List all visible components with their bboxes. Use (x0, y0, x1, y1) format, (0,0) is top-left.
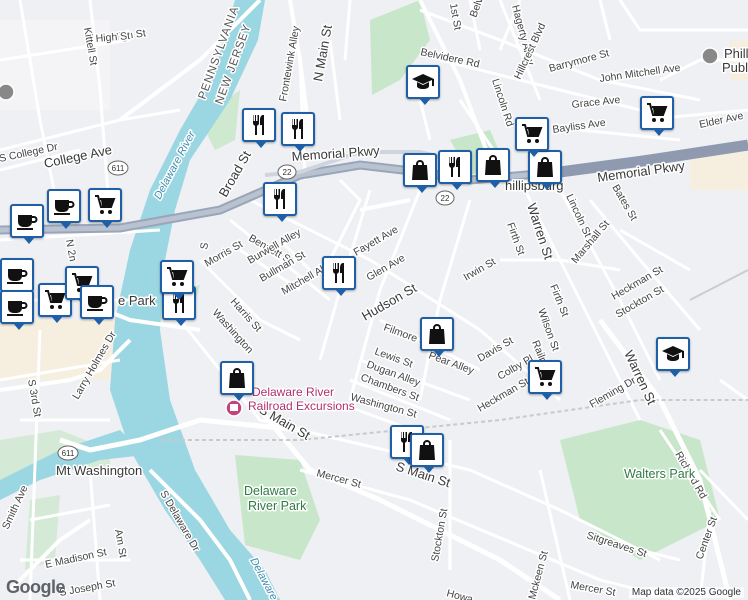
svg-text:611: 611 (62, 449, 75, 458)
highway-22-shield: 22 (277, 164, 297, 180)
shop-marker-6[interactable] (410, 433, 444, 473)
svg-text:Delaware: Delaware (244, 484, 297, 498)
svg-text:Publ: Publ (722, 60, 748, 75)
cafe-marker-3[interactable] (0, 258, 34, 298)
shop-marker-1[interactable] (403, 153, 437, 193)
svg-text:River Park: River Park (248, 499, 307, 513)
cafe-marker-1[interactable] (10, 204, 44, 244)
school-marker-2[interactable] (656, 337, 690, 377)
restaurant-marker-2[interactable] (281, 112, 315, 152)
svg-text:Railroad Excursions: Railroad Excursions (248, 399, 355, 413)
school-marker-1[interactable] (406, 65, 440, 105)
svg-text:611: 611 (112, 164, 125, 173)
cafe-marker-5[interactable] (0, 290, 34, 330)
highway-611-shield-2: 611 (57, 445, 79, 461)
highway-611-shield: 611 (107, 160, 129, 176)
svg-text:22: 22 (441, 194, 450, 203)
restaurant-marker-6[interactable] (438, 150, 472, 190)
grocery-marker-3[interactable] (528, 360, 562, 400)
shop-marker-5[interactable] (220, 361, 254, 401)
landmark-poi-icon[interactable] (0, 83, 15, 101)
highway-22-shield-2: 22 (435, 190, 455, 206)
cafe-marker-4[interactable] (80, 285, 114, 325)
grocery-marker-1[interactable] (515, 117, 549, 157)
google-logo: Google (6, 577, 66, 597)
svg-text:22: 22 (283, 168, 292, 177)
restaurant-marker-3[interactable] (263, 182, 297, 222)
cafe-marker-2[interactable] (47, 189, 81, 229)
library-poi-icon[interactable] (701, 47, 719, 65)
shop-marker-4[interactable] (420, 317, 454, 357)
svg-text:Phill: Phill (724, 46, 748, 61)
grocery-marker-5[interactable] (88, 188, 122, 228)
excursions-poi-icon[interactable] (225, 399, 243, 417)
svg-text:e Park: e Park (118, 293, 156, 308)
svg-text:Walters Park: Walters Park (624, 467, 696, 481)
restaurant-marker-1[interactable] (242, 108, 276, 148)
grocery-marker-4[interactable] (160, 260, 194, 300)
svg-text:Mt Washington: Mt Washington (56, 463, 142, 478)
map-attribution[interactable]: Map data ©2025 Google (628, 587, 744, 598)
shop-marker-2[interactable] (476, 148, 510, 188)
grocery-marker-2[interactable] (640, 96, 674, 136)
svg-text:Delaware River: Delaware River (252, 385, 334, 399)
restaurant-marker-4[interactable] (322, 256, 356, 296)
